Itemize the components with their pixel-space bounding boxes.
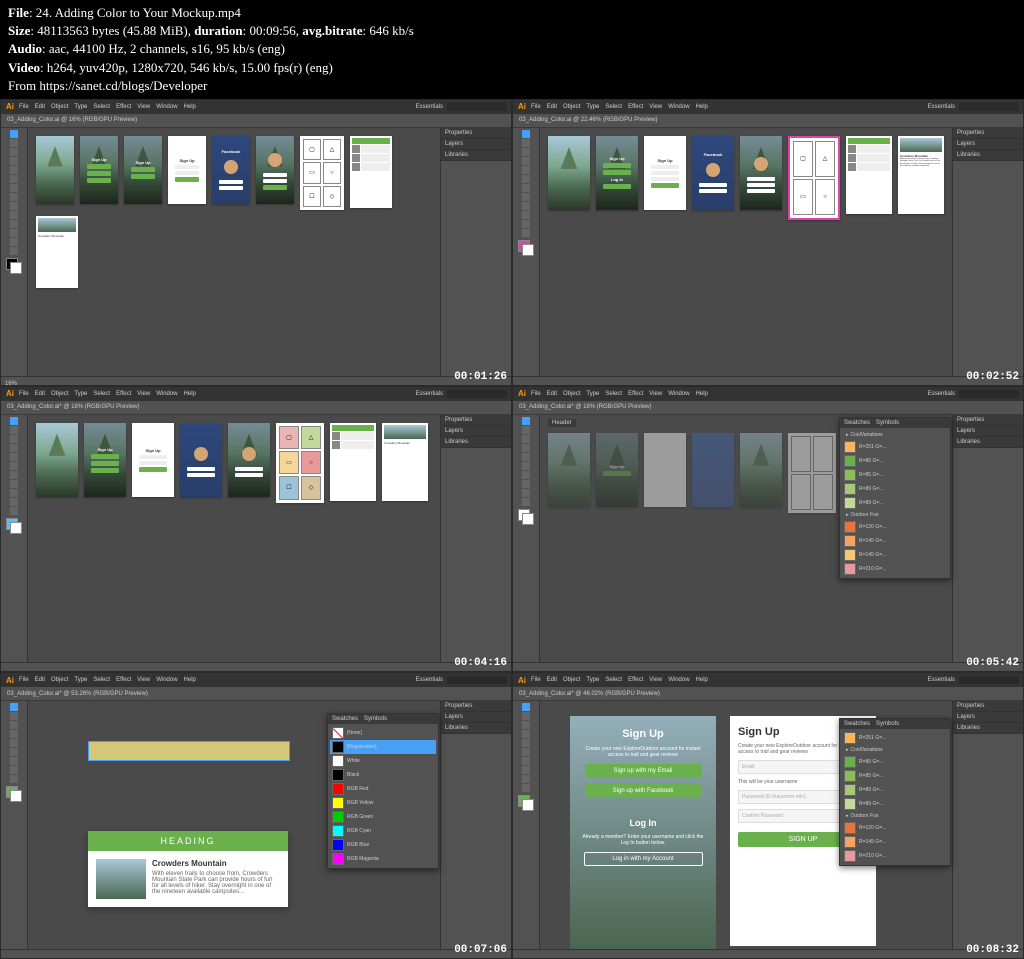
file-info-header: File: 24. Adding Color to Your Mockup.mp… [0,0,1024,99]
document-tab[interactable]: 03_Adding_Color.ai* @ 18% (RGB/GPU Previ… [1,401,511,415]
rectangle-tool[interactable] [10,175,18,183]
rotate-tool[interactable] [10,202,18,210]
timestamp: 00:08:32 [966,944,1019,956]
thumbnail-grid: Ai File Edit Object Type Select Effect V… [0,99,1024,959]
selected-rect[interactable] [88,741,290,761]
menu-select[interactable]: Select [93,104,110,110]
swatch-folder[interactable]: ▸ CoolVariations [842,430,948,440]
direct-select-tool[interactable] [10,139,18,147]
menu-view[interactable]: View [137,104,150,110]
artboard-icons[interactable]: ▢△▭○☐◇ [300,136,344,210]
timestamp: 00:02:52 [966,371,1019,383]
selection-tool[interactable] [10,130,18,138]
artboard-signup-1[interactable]: Sign UpLog In [596,136,638,210]
artboard-profile[interactable] [256,136,294,204]
swatches-panel[interactable]: SwatchesSymbols R=251 G=... ▸ CoolVariat… [839,718,951,866]
signup-overlay-artboard[interactable]: Sign Up Create your new ExploreOutdoor a… [570,716,716,949]
workspace-switcher[interactable]: Essentials [416,104,443,110]
frame-4: Ai FileEditObjectTypeSelectEffectViewWin… [512,386,1024,673]
tools-panel [513,128,540,376]
artboard-icons[interactable]: ▢△▭○ [788,136,840,220]
artboard-signup-3[interactable]: Sign Up [168,136,206,204]
eraser-tool[interactable] [10,193,18,201]
menu-effect[interactable]: Effect [116,104,131,110]
menu-object[interactable]: Object [51,104,68,110]
fill-stroke-icon[interactable] [6,258,22,274]
search-input[interactable] [447,103,507,111]
ai-logo-icon: Ai [5,102,15,112]
document-tab[interactable]: 03_Adding_Color.ai @ 16% (RGB/GPU Previe… [1,114,511,128]
gradient-tool[interactable] [10,220,18,228]
timestamp: 00:05:42 [966,657,1019,669]
timestamp: 00:01:26 [454,371,507,383]
artboard-facebook[interactable]: Facebook [212,136,250,204]
artboard-signup-2[interactable]: Sign Up [644,136,686,210]
menu-edit[interactable]: Edit [35,104,45,110]
frame-5: Ai FileEditObjectTypeSelectEffectViewWin… [0,672,512,959]
canvas[interactable]: Sign UpLog In Sign Up Facebook ▢△▭○ Crow… [540,128,952,376]
document-tab[interactable]: 03_Adding_Color.ai @ 22.46% (RGB/GPU Pre… [513,114,1023,128]
fill-stroke-icon[interactable] [518,240,534,256]
app-menubar: Ai File Edit Object Type Select Effect V… [1,100,511,114]
frame-6: Ai FileEditObjectTypeSelectEffectViewWin… [512,672,1024,959]
pen-tool[interactable] [10,148,18,156]
document-tab[interactable]: 03_Adding_Color.ai* @ 46.02% (RGB/GPU Pr… [513,687,1023,701]
menu-file[interactable]: File [19,104,29,110]
panel-layers[interactable]: Layers [441,139,511,150]
brush-tool[interactable] [10,184,18,192]
frame-2: Ai FileEditObjectTypeSelectEffectViewWin… [512,99,1024,386]
canvas[interactable]: Sign Up Sign Up ▢△▭○☐◇ Crowders Mountain [28,415,440,663]
artboard-signup-2[interactable]: Sign Up [124,136,162,204]
type-tool[interactable] [10,157,18,165]
fill-stroke-icon[interactable] [6,518,22,534]
timestamp: 00:07:06 [454,944,507,956]
artboard-detail[interactable]: Crowders Mountain [36,216,78,288]
panel-libraries[interactable]: Libraries [441,150,511,161]
signup-facebook-button[interactable]: Sign up with Facebook [585,784,702,798]
signup-email-button[interactable]: Sign up with my Email [585,764,702,778]
tools-panel [1,128,28,376]
frame-1: Ai File Edit Object Type Select Effect V… [0,99,512,386]
menu-help[interactable]: Help [184,104,196,110]
status-bar: 16% [1,376,511,386]
swatch-item[interactable]: R=251 G=... [842,440,948,454]
swatches-panel[interactable]: SwatchesSymbols ▸ CoolVariations R=251 G… [839,417,951,579]
swatches-panel[interactable]: SwatchesSymbols [None] [Registration] Wh… [327,713,439,869]
eyedropper-tool[interactable] [10,229,18,237]
artboard-list[interactable] [350,136,392,208]
ai-logo-icon: Ai [517,102,527,112]
document-tab[interactable]: 03_Adding_Color.ai* @ 53.26% (RGB/GPU Pr… [1,687,511,701]
artboard-splash[interactable] [36,136,74,204]
scale-tool[interactable] [10,211,18,219]
line-tool[interactable] [10,166,18,174]
artboard-profile[interactable] [740,136,782,210]
artboard-detail[interactable]: Crowders MountainWith eleven trails to c… [898,136,944,214]
artboard-tool[interactable] [10,238,18,246]
login-button[interactable]: Log in with my Account [584,852,703,866]
zoom-tool[interactable] [10,247,18,255]
artboard-signup-1[interactable]: Sign Up [80,136,118,204]
menu-type[interactable]: Type [74,104,87,110]
canvas[interactable]: Sign Up Sign Up Sign Up Facebook ▢△▭○☐◇ … [28,128,440,376]
artboard-splash[interactable] [548,136,590,210]
artboard-list[interactable] [846,136,892,214]
app-menubar: Ai FileEditObjectTypeSelectEffectViewWin… [513,100,1023,114]
layer-tab[interactable]: Header [548,419,576,427]
document-tab[interactable]: 03_Adding_Color.ai* @ 18% (RGB/GPU Previ… [513,401,1023,415]
heading-card-artboard[interactable]: HEADING Crowders MountainWith eleven tra… [88,831,288,907]
panel-properties[interactable]: Properties [441,128,511,139]
menu-window[interactable]: Window [156,104,177,110]
frame-3: Ai FileEditObjectTypeSelectEffectViewWin… [0,386,512,673]
artboard-facebook[interactable]: Facebook [692,136,734,210]
timestamp: 00:04:16 [454,657,507,669]
card-thumbnail [96,859,146,899]
right-panels: Properties Layers Libraries [440,128,511,376]
